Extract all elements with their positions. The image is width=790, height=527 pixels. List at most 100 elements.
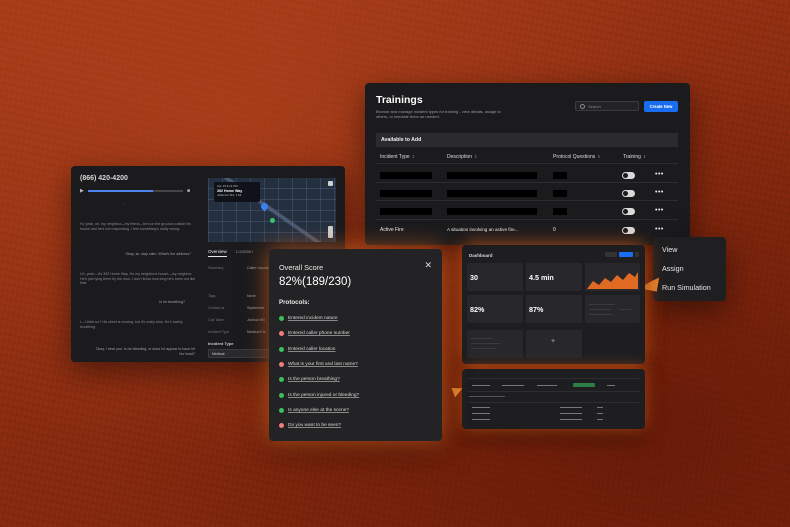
column-header-incident-type[interactable]: Incident Type ⇕: [380, 154, 415, 160]
play-icon[interactable]: ▶: [80, 188, 84, 194]
table-cell: [537, 385, 557, 386]
training-toggle[interactable]: [622, 190, 635, 197]
training-toggle[interactable]: [622, 172, 635, 179]
field-label: Contact at: [208, 306, 225, 310]
list-line: [589, 304, 615, 305]
add-widget-card[interactable]: +: [526, 330, 582, 358]
row-actions-icon[interactable]: •••: [655, 226, 664, 233]
list-line: [471, 343, 501, 344]
score-title: Overall Score: [279, 263, 324, 272]
menu-item-run-simulation[interactable]: Run Simulation: [662, 284, 717, 292]
list-line: [471, 338, 493, 339]
column-header-training[interactable]: Training ⇕: [623, 154, 646, 160]
table-cell: [597, 407, 603, 408]
column-header-protocol-questions[interactable]: Protocol Questions ⇕: [553, 154, 601, 160]
create-new-button[interactable]: Create New: [644, 101, 678, 112]
protocol-label: What is your first and last name?: [288, 361, 358, 367]
row-actions-icon[interactable]: •••: [655, 207, 664, 214]
redacted-cell: [380, 190, 432, 197]
chat-message: Okay, sir, stay calm. What's the address…: [125, 252, 191, 256]
volume-icon[interactable]: ■: [187, 188, 190, 194]
row-divider: [376, 219, 678, 220]
tab-overview[interactable]: Overview: [208, 249, 227, 257]
kpi-value: 30: [470, 273, 478, 282]
protocol-item[interactable]: What is your first and last name?: [279, 361, 358, 367]
kpi-card[interactable]: 87%: [526, 295, 582, 323]
table-cell: [472, 385, 490, 386]
section-label: [469, 396, 505, 397]
protocol-item[interactable]: Is the person injured or bleeding?: [279, 392, 359, 398]
row-divider: [469, 402, 639, 403]
chat-timestamp: —: [123, 202, 126, 206]
unit-marker-icon[interactable]: [270, 218, 275, 223]
close-icon[interactable]: ✕: [424, 260, 432, 271]
protocol-item[interactable]: Do you want to be seen?: [279, 423, 342, 429]
row-actions-icon[interactable]: •••: [655, 171, 664, 178]
search-input[interactable]: Search: [575, 101, 639, 111]
redacted-cell: [553, 208, 567, 215]
kpi-card[interactable]: 4.5 min: [526, 263, 582, 291]
section-heading: Available to Add: [376, 133, 678, 147]
location-pin-icon[interactable]: [259, 201, 270, 212]
training-toggle[interactable]: [622, 208, 635, 215]
field-label: Incident Type: [208, 330, 230, 334]
field-value: September: [247, 306, 265, 310]
menu-item-view[interactable]: View: [662, 246, 717, 254]
assignments-table-panel: [462, 369, 645, 429]
list-line: [619, 309, 631, 310]
field-label: Summary: [208, 266, 224, 270]
fail-status-icon: [279, 331, 284, 337]
check-status-icon: [279, 346, 284, 352]
protocol-label: Is the person breathing?: [288, 377, 340, 383]
fail-status-icon: [279, 423, 284, 429]
trend-area-chart: [587, 272, 638, 289]
audio-player[interactable]: ▶ ■: [80, 188, 190, 194]
table-cell: [472, 413, 490, 414]
kpi-card[interactable]: 82%: [467, 295, 523, 323]
kpi-card[interactable]: 30: [467, 263, 523, 291]
protocol-item[interactable]: Is anyone else at the scene?: [279, 407, 349, 413]
kpi-value: 87%: [529, 305, 544, 314]
check-status-icon: [279, 316, 284, 321]
menu-item-assign[interactable]: Assign: [662, 265, 717, 273]
zoom-control[interactable]: [328, 226, 333, 238]
row-actions-icon[interactable]: •••: [655, 189, 664, 196]
row-divider: [376, 200, 678, 201]
protocol-item[interactable]: Entered caller location: [279, 346, 335, 352]
row-divider: [467, 391, 640, 392]
incident-map[interactable]: Apr 19 9:11 PM 392 Home Way Jefferson Rd…: [208, 178, 336, 242]
fail-status-icon: [279, 361, 284, 367]
training-toggle[interactable]: [622, 227, 635, 234]
protocol-item[interactable]: Entered caller phone number: [279, 331, 350, 337]
location-card: Apr 19 9:11 PM 392 Home Way Jefferson Rd…: [214, 182, 260, 202]
dashboard-title: Dashboard: [469, 253, 493, 258]
field-value: Joshua Wil: [247, 318, 265, 322]
protocol-item[interactable]: Is the person breathing?: [279, 377, 340, 383]
redacted-cell: [447, 190, 537, 197]
trend-area: [587, 272, 638, 289]
list-card[interactable]: [467, 330, 523, 358]
list-line: [589, 309, 611, 310]
redacted-cell: [447, 208, 537, 215]
tab-location[interactable]: Location: [236, 249, 253, 257]
search-icon: [580, 104, 585, 109]
redacted-cell: [380, 172, 432, 179]
column-header-description[interactable]: Description ⇕: [447, 154, 477, 160]
list-card[interactable]: [585, 295, 640, 323]
filter-button[interactable]: [605, 252, 617, 257]
kpi-chart-card[interactable]: [585, 263, 640, 291]
incident-type-select[interactable]: Medical: [208, 349, 278, 358]
protocol-label: Entered incident nature: [288, 316, 338, 321]
more-icon[interactable]: [635, 252, 639, 257]
protocol-item[interactable]: Entered incident nature: [279, 316, 338, 321]
table-cell: [502, 385, 524, 386]
fullscreen-icon[interactable]: [328, 181, 333, 186]
chat-message: Is he breathing?: [159, 300, 185, 304]
table-cell: [560, 419, 582, 420]
protocol-questions-cell: 0: [553, 227, 556, 233]
audio-progress-track[interactable]: [88, 190, 183, 192]
protocol-label: Do you want to be seen?: [288, 423, 342, 429]
primary-action-button[interactable]: [619, 252, 633, 257]
incident-type-cell: Active Fire: [380, 227, 404, 233]
field-value: Caller reports...: [247, 266, 272, 270]
